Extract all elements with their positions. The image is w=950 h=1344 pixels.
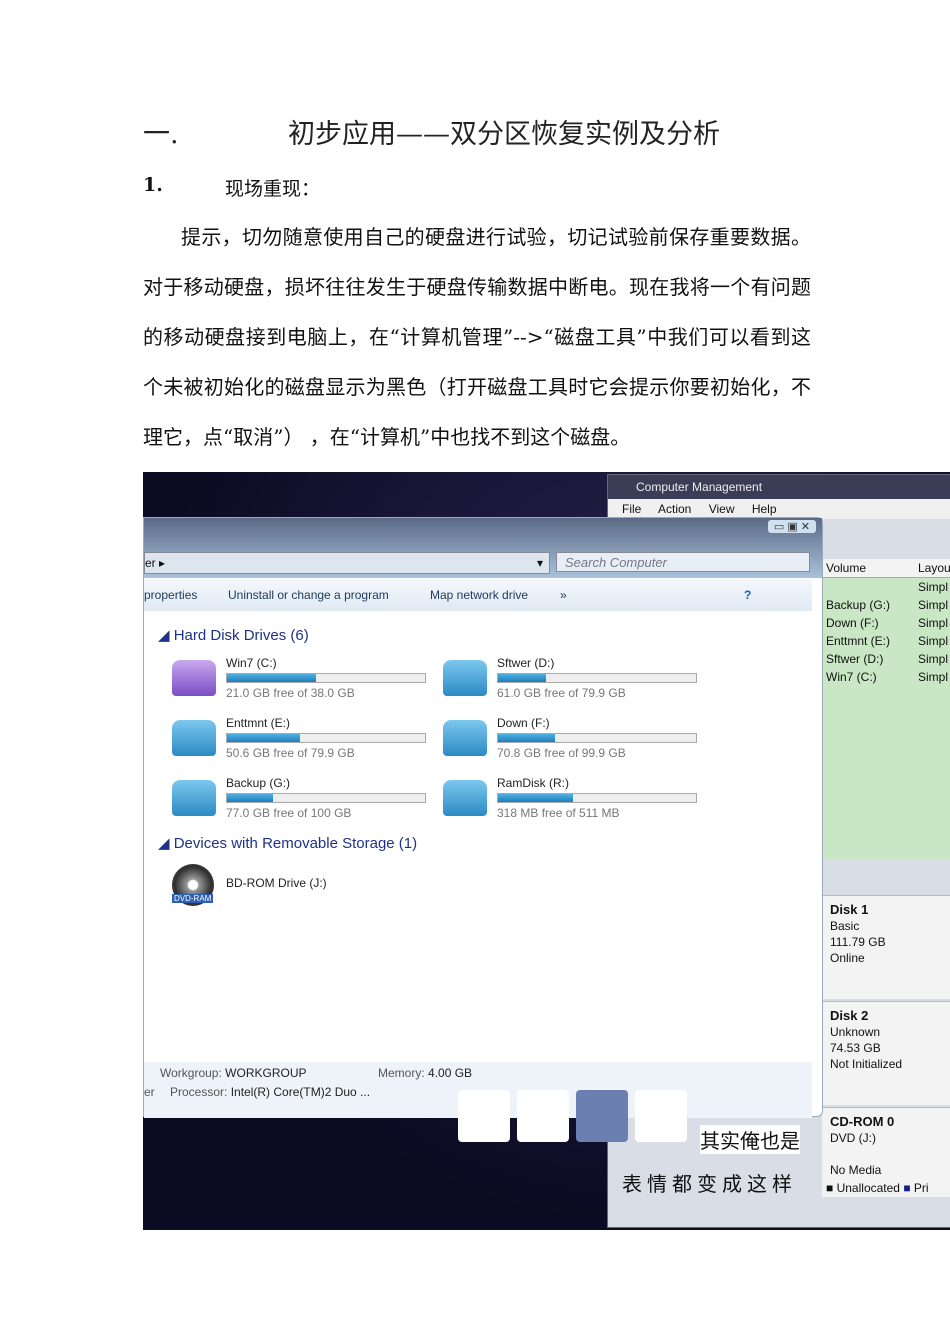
emoticon-icon xyxy=(458,1090,510,1142)
drive-item[interactable]: Win7 (C:) 21.0 GB free of 38.0 GB xyxy=(172,656,432,704)
address-bar[interactable]: er ▸ ▾ xyxy=(144,552,550,574)
cm-menu[interactable]: File Action View Help xyxy=(608,499,950,519)
hard-drive-icon xyxy=(443,660,487,696)
emoticon-icon xyxy=(576,1090,628,1142)
uninstall-button[interactable]: Uninstall or change a program xyxy=(228,579,389,611)
bd-rom-drive[interactable]: DVD-RAM BD-ROM Drive (J:) xyxy=(172,864,422,908)
hard-drive-icon xyxy=(172,780,216,816)
chevron-down-icon: ▾ xyxy=(536,556,543,570)
drive-item[interactable]: Down (F:) 70.8 GB free of 99.9 GB xyxy=(443,716,703,764)
emoticons xyxy=(458,1090,687,1142)
usage-bar xyxy=(497,673,697,683)
properties-button[interactable]: properties xyxy=(144,579,197,611)
hard-drive-icon xyxy=(443,720,487,756)
hard-drive-icon xyxy=(443,780,487,816)
subsection-heading: 1. 现场重现： xyxy=(143,174,321,200)
drive-item[interactable]: Backup (G:) 77.0 GB free of 100 GB xyxy=(172,776,432,824)
more-button[interactable]: » xyxy=(560,579,567,611)
hard-drive-icon xyxy=(172,720,216,756)
disk-2[interactable]: Disk 2 Unknown 74.53 GB Not Initialized xyxy=(822,1001,950,1105)
hard-drive-icon xyxy=(172,660,216,696)
usage-bar xyxy=(226,793,426,803)
legend: ■ Unallocated ■ Pri xyxy=(826,1181,929,1195)
usage-bar xyxy=(497,793,697,803)
volume-row[interactable]: Enttmnt (E:) Simpl xyxy=(822,632,950,650)
volume-list: Volume Layou Simpl Backup (G:) Simpl Down (F… xyxy=(822,559,950,859)
search-input[interactable]: Search Computer xyxy=(556,552,810,572)
usage-bar xyxy=(497,733,697,743)
volume-row[interactable]: Down (F:) Simpl xyxy=(822,614,950,632)
body-paragraph: 提示，切勿随意使用自己的硬盘进行试验，切记试验前保存重要数据。对于移动硬盘，损坏… xyxy=(143,225,811,449)
group-removable[interactable]: ◢ Devices with Removable Storage (1) xyxy=(158,834,417,852)
window-controls[interactable]: ▭ ▣ ✕ xyxy=(767,520,816,533)
volume-row[interactable]: Win7 (C:) Simpl xyxy=(822,668,950,686)
drive-item[interactable]: RamDisk (R:) 318 MB free of 511 MB xyxy=(443,776,703,824)
volume-row[interactable]: Backup (G:) Simpl xyxy=(822,596,950,614)
emoticon-icon xyxy=(635,1090,687,1142)
toolbar: properties Uninstall or change a program… xyxy=(144,579,812,611)
help-icon[interactable]: ? xyxy=(744,579,751,611)
cm-title: Computer Management xyxy=(608,475,950,499)
volume-row[interactable]: Simpl xyxy=(822,578,950,596)
emoticon-icon xyxy=(517,1090,569,1142)
usage-bar xyxy=(226,673,426,683)
explorer-window: ▭ ▣ ✕ er ▸ ▾ Search Computer properties U… xyxy=(143,517,823,1118)
drive-item[interactable]: Enttmnt (E:) 50.6 GB free of 79.9 GB xyxy=(172,716,432,764)
volume-row[interactable]: Sftwer (D:) Simpl xyxy=(822,650,950,668)
disk-1[interactable]: Disk 1 Basic 111.79 GB Online xyxy=(822,895,950,999)
caption-2: 表情都变成这样 xyxy=(622,1172,797,1196)
caption-1: 其实俺也是 xyxy=(700,1125,800,1154)
group-hard-disks[interactable]: ◢ Hard Disk Drives (6) xyxy=(158,626,309,644)
map-drive-button[interactable]: Map network drive xyxy=(430,579,528,611)
usage-bar xyxy=(226,733,426,743)
drive-item[interactable]: Sftwer (D:) 61.0 GB free of 79.9 GB xyxy=(443,656,703,704)
